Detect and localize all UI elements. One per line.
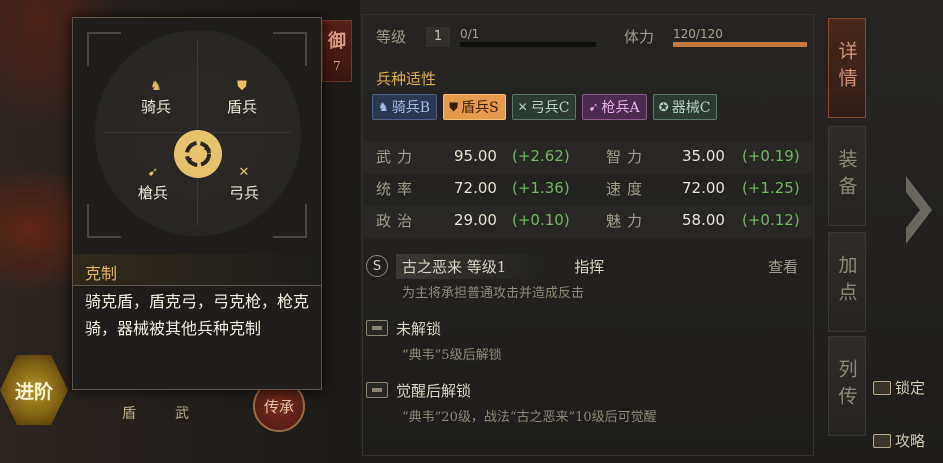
counter-wheel: ♞ 骑兵 ⛊ 盾兵 ➹ 槍兵 ✕ 弓兵 — [95, 30, 301, 236]
unit-shield-label: 盾兵 — [226, 98, 257, 116]
shield-icon: ⛊ — [237, 79, 247, 94]
attribute-bonus: (+1.36) — [512, 179, 570, 197]
attribute-bonus: (+2.62) — [512, 147, 570, 165]
skill-name: 未解锁 — [396, 319, 442, 338]
attribute-value: 72.00 — [454, 179, 497, 197]
popup-description: 骑克盾，盾克弓，弓克枪，枪克骑，器械被其他兵种克制 — [85, 292, 310, 338]
attribute-name: 智力 — [606, 148, 649, 166]
attribute-value: 95.00 — [454, 147, 497, 165]
fitness-tag-label: 弓兵C — [530, 100, 570, 116]
skill-grade-icon: S — [366, 255, 388, 277]
skill-slot-locked[interactable]: 未解锁 “典韦”5级后解锁 — [366, 316, 810, 363]
attribute-row: 统率 72.00 (+1.36) 速度 72.00 (+1.25) — [364, 174, 812, 206]
attribute-bonus: (+0.12) — [742, 211, 800, 229]
attribute-value: 72.00 — [682, 179, 725, 197]
troop-fitness-label: 兵种适性 — [376, 70, 437, 88]
attribute-bonus: (+1.25) — [742, 179, 800, 197]
fitness-tag-label: 骑兵B — [391, 100, 431, 116]
left-tab-shield[interactable]: 盾 — [122, 403, 136, 425]
fitness-tag-label: 盾兵S — [461, 100, 499, 116]
cycle-arrows-icon — [174, 130, 222, 178]
fitness-tag-spear[interactable]: ➹ 枪兵A — [582, 94, 647, 120]
attribute-name: 统率 — [376, 180, 419, 198]
skill-description: “典韦”5级后解锁 — [402, 348, 502, 363]
lock-icon — [873, 380, 891, 395]
attribute-bonus: (+0.10) — [512, 211, 570, 229]
guide-label: 攻略 — [895, 432, 926, 450]
attribute-table: 武力 95.00 (+2.62) 智力 35.00 (+0.19) 统率 72.… — [364, 142, 812, 238]
unit-spear: ➹ 槍兵 — [128, 164, 178, 203]
siege-icon: ✪ — [658, 100, 669, 114]
unit-shield: ⛊ 盾兵 — [217, 78, 267, 117]
unit-cavalry: ♞ 骑兵 — [131, 78, 181, 117]
defense-badge: 御 7 — [322, 20, 352, 82]
fitness-tag-shield[interactable]: ⛊ 盾兵S — [443, 94, 506, 120]
tab-equipment[interactable]: 装备 — [828, 126, 866, 226]
tab-points[interactable]: 加点 — [828, 232, 866, 332]
attribute-value: 58.00 — [682, 211, 725, 229]
fitness-tag-siege[interactable]: ✪ 器械C — [652, 94, 718, 120]
fitness-tag-bow[interactable]: ✕ 弓兵C — [511, 94, 577, 120]
book-icon — [873, 433, 891, 448]
popup-title: 克制 — [73, 254, 321, 286]
scroll-icon — [366, 320, 388, 336]
attribute-name: 武力 — [376, 148, 419, 166]
unit-cavalry-label: 骑兵 — [140, 98, 171, 116]
horse-icon: ♞ — [150, 79, 162, 94]
unit-bow-label: 弓兵 — [228, 184, 259, 202]
skill-type: 指挥 — [574, 257, 605, 276]
level-value: 1 — [426, 27, 450, 47]
guide-button[interactable]: 攻略 — [873, 430, 925, 451]
lock-button[interactable]: 锁定 — [873, 377, 925, 398]
corner-ornament — [273, 32, 307, 66]
tab-details[interactable]: 详情 — [828, 18, 866, 118]
attribute-name: 政治 — [376, 212, 419, 230]
shield-icon: ⛊ — [449, 99, 459, 114]
attribute-bonus: (+0.19) — [742, 147, 800, 165]
lock-label: 锁定 — [895, 379, 926, 397]
skill-description: 为主将承担普通攻击并造成反击 — [402, 286, 585, 301]
troop-fitness-tags: ♞ 骑兵B ⛊ 盾兵S ✕ 弓兵C ➹ 枪兵A ✪ 器械C — [372, 94, 718, 120]
bow-icon: ✕ — [238, 165, 250, 180]
attribute-row: 武力 95.00 (+2.62) 智力 35.00 (+0.19) — [364, 142, 812, 174]
corner-ornament — [87, 204, 121, 238]
defense-label: 御 — [328, 31, 346, 52]
unit-bow: ✕ 弓兵 — [219, 164, 269, 203]
skill-name: 觉醒后解锁 — [396, 381, 472, 400]
next-general-arrow-icon[interactable] — [902, 170, 942, 250]
defense-value: 7 — [333, 59, 341, 73]
skill-name: 古之恶来 等级1 — [396, 253, 547, 279]
horse-icon: ♞ — [378, 100, 389, 114]
exp-text: 0/1 — [460, 27, 480, 41]
skill-description: “典韦”20级，战法“古之恶来”10级后可觉醒 — [402, 410, 657, 425]
exp-bar — [460, 42, 596, 47]
unit-spear-label: 槍兵 — [137, 184, 168, 202]
skill-slot-awaken[interactable]: 觉醒后解锁 “典韦”20级，战法“古之恶来”10级后可觉醒 — [366, 378, 810, 425]
fitness-tag-label: 枪兵A — [601, 100, 640, 116]
stamina-label: 体力 — [624, 28, 655, 46]
attribute-value: 29.00 — [454, 211, 497, 229]
stamina-text: 120/120 — [673, 27, 723, 41]
corner-ornament — [87, 32, 121, 66]
stamina-bar — [673, 42, 807, 47]
scroll-icon — [366, 382, 388, 398]
attribute-name: 速度 — [606, 180, 649, 198]
level-label: 等级 — [376, 28, 407, 46]
attribute-row: 政治 29.00 (+0.10) 魅力 58.00 (+0.12) — [364, 206, 812, 238]
counter-popup: ♞ 骑兵 ⛊ 盾兵 ➹ 槍兵 ✕ 弓兵 克制 骑克盾，盾克弓，弓克枪，枪克骑，器… — [72, 17, 322, 390]
view-skill-button[interactable]: 查看 — [768, 256, 798, 277]
tab-biography[interactable]: 列传 — [828, 336, 866, 436]
fitness-tag-label: 器械C — [671, 100, 711, 116]
bow-icon: ✕ — [517, 100, 528, 114]
left-tab-force[interactable]: 武 — [175, 403, 189, 425]
stamina-bar-fill — [673, 42, 807, 47]
fitness-tag-cavalry[interactable]: ♞ 骑兵B — [372, 94, 438, 120]
skill-slot-main[interactable]: S 古之恶来 等级1 指挥 查看 为主将承担普通攻击并造成反击 — [366, 253, 810, 301]
corner-ornament — [273, 204, 307, 238]
attribute-name: 魅力 — [606, 212, 649, 230]
spear-icon: ➹ — [147, 165, 159, 180]
spear-icon: ➹ — [588, 100, 599, 114]
attribute-value: 35.00 — [682, 147, 725, 165]
